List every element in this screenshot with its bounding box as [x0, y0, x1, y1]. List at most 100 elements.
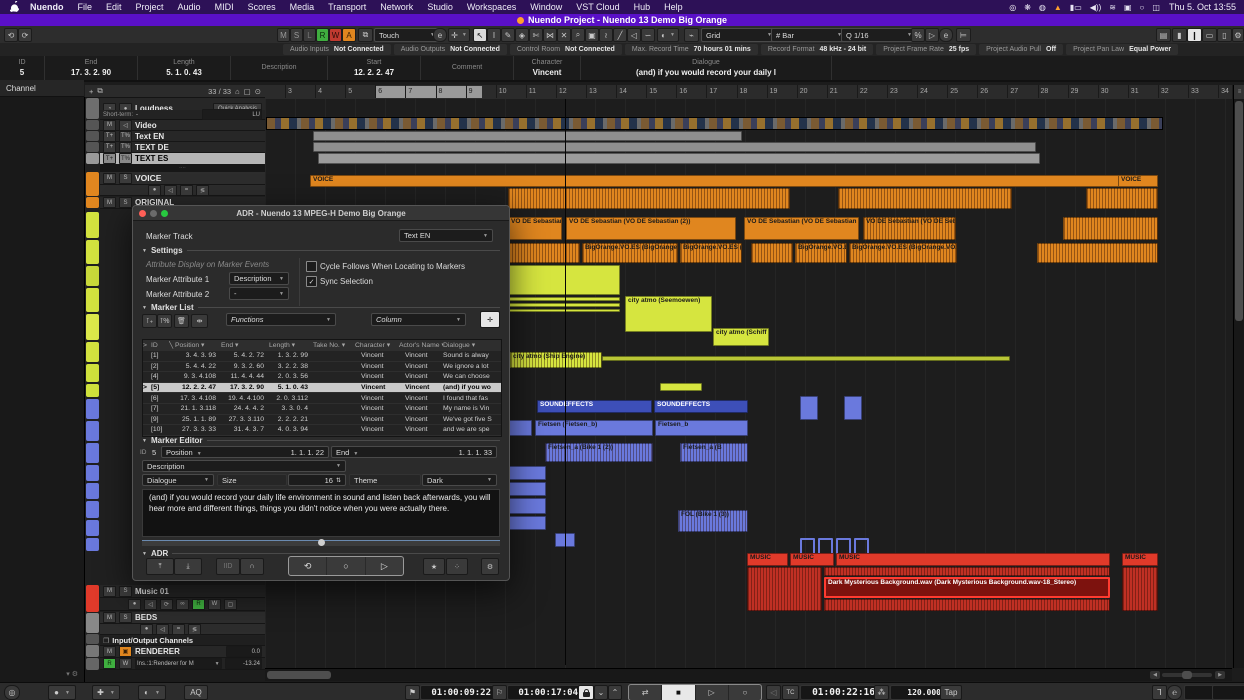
size-value-stepper[interactable]: 16⇅: [288, 474, 346, 486]
cycle-icon[interactable]: ⟳: [160, 599, 173, 610]
automation-mode-select[interactable]: Touch▼: [374, 28, 440, 42]
event-clip[interactable]: Fietsen_b: [655, 420, 748, 436]
punch-in-icon[interactable]: ⌄: [594, 685, 608, 700]
zones-setup-icon[interactable]: ▯: [1217, 28, 1232, 42]
column-header[interactable]: Actor's Name ▾: [399, 341, 443, 349]
track-text-en[interactable]: T+ T% Text EN: [100, 131, 265, 142]
close-icon[interactable]: [139, 210, 146, 217]
text-zoom-handle[interactable]: [318, 539, 325, 546]
transport-options-icon[interactable]: ◎: [4, 685, 20, 700]
track-text-de[interactable]: T+ T% TEXT DE: [100, 142, 265, 153]
event-clip[interactable]: VO DE Sebastian (VO DE Sebastian (5)): [744, 217, 859, 240]
undo-icon[interactable]: ⟲: [4, 28, 18, 42]
column-header[interactable]: Take No. ▾: [313, 341, 355, 349]
marker-row[interactable]: [4]9. 3. 4.10811. 4. 4. 442. 0. 3. 56Vin…: [143, 372, 501, 383]
goto-left-locator-icon[interactable]: ⚑: [405, 685, 420, 700]
maximize-icon[interactable]: [161, 210, 168, 217]
mute-button[interactable]: M: [103, 197, 116, 208]
event-clip[interactable]: VO DE Sebastian (VO DE Sebastian (2)): [566, 217, 736, 240]
event-clip[interactable]: VOICE: [310, 175, 1158, 187]
event-clip[interactable]: MUSIC: [747, 553, 788, 566]
track-io-channels-folder[interactable]: ❐ Input/Output Channels: [100, 636, 265, 646]
solo-button[interactable]: S: [119, 173, 132, 184]
display-icon[interactable]: ▣: [1124, 3, 1132, 12]
status-segment[interactable]: Record Format48 kHz - 24 bit: [761, 44, 873, 55]
status-segment[interactable]: Control RoomNot Connected: [510, 44, 622, 55]
ruler-options-icon[interactable]: ≡: [1233, 85, 1244, 99]
vscroll-handle[interactable]: [1235, 101, 1243, 321]
event-clip[interactable]: VO DE Sebastian (VO DE Sebastian (7): [863, 217, 956, 240]
event-clip[interactable]: MUSIC: [790, 553, 834, 566]
color-tool[interactable]: ◐▼: [657, 28, 679, 42]
mute-tool[interactable]: ✕: [557, 28, 571, 42]
menu-help[interactable]: Help: [664, 2, 683, 12]
primary-time-display[interactable]: 01:00:22:16: [800, 685, 880, 700]
vertical-scrollbar[interactable]: [1233, 99, 1244, 668]
link-icon[interactable]: ∞: [176, 599, 189, 610]
right-locator-time[interactable]: 01:00:17:04: [507, 685, 583, 700]
zoom-slider-handle[interactable]: [1182, 671, 1192, 679]
suspend-automation-button[interactable]: A: [342, 28, 356, 42]
comp-tool[interactable]: ▣: [585, 28, 599, 42]
channel-settings-icon[interactable]: ≶: [196, 185, 209, 196]
event-clip-unlabeled[interactable]: [508, 309, 620, 312]
add-track-icon[interactable]: +: [89, 87, 93, 96]
adr-setup-gear-icon[interactable]: ⚙: [481, 558, 499, 575]
video-thumbnail-track[interactable]: [266, 117, 1163, 130]
solo-all-button[interactable]: S: [290, 28, 303, 42]
solo-button[interactable]: S: [119, 586, 132, 597]
audio-alignment-icon[interactable]: ⊨: [956, 28, 971, 42]
hscroll-handle[interactable]: [267, 671, 331, 679]
monitor-icon[interactable]: ◁: [164, 185, 177, 196]
read-automation-button[interactable]: R: [192, 599, 205, 610]
event-clip-unlabeled[interactable]: [1122, 567, 1158, 611]
status-segment[interactable]: Project Audio PullOff: [979, 44, 1063, 55]
record-button[interactable]: ○: [729, 685, 761, 700]
solo-button[interactable]: S: [119, 612, 132, 623]
track-beds-folder[interactable]: M S BEDS: [100, 612, 265, 624]
headphones-icon[interactable]: ∩: [240, 558, 264, 575]
menu-studio[interactable]: Studio: [427, 2, 453, 12]
event-clip[interactable]: BigOrange.VO.ES (BigOrange.VO.ES (2)): [849, 243, 957, 263]
pre-roll-speaker-icon[interactable]: ◁: [766, 685, 781, 700]
marker-list-section-header[interactable]: ▼Marker List: [142, 303, 500, 312]
project-window-title[interactable]: Nuendo Project - Nuendo 13 Demo Big Oran…: [0, 14, 1244, 26]
setup-toolbar-gear-icon[interactable]: ⚙: [1232, 28, 1244, 42]
lower-zone-toggle-icon[interactable]: ❙: [1187, 28, 1202, 42]
event-clip[interactable]: Fietsen (Fietsen_b): [535, 420, 653, 436]
status-segment[interactable]: Max. Record Time70 hours 01 mins: [625, 44, 758, 55]
status-segment[interactable]: Audio OutputsNot Connected: [394, 44, 507, 55]
mute-all-button[interactable]: M: [277, 28, 290, 42]
editor-dialogue-select[interactable]: Dialogue▼: [142, 474, 214, 486]
wifi-icon[interactable]: ≋: [1109, 3, 1116, 12]
marker-editor-section-header[interactable]: ▼Marker Editor: [142, 436, 500, 445]
glue-tool[interactable]: ⋈: [543, 28, 557, 42]
dialogue-text-area[interactable]: (and) if you would record your daily lif…: [142, 489, 500, 537]
add-cycle-marker-icon[interactable]: T%: [119, 131, 132, 142]
record-enable-icon[interactable]: ●: [140, 624, 153, 635]
event-clip[interactable]: city atmo (Seemoewen): [625, 296, 712, 332]
column-header[interactable]: ╲ Position ▾: [169, 341, 221, 349]
apple-icon[interactable]: [10, 1, 19, 14]
column-header[interactable]: >: [143, 342, 151, 349]
tempo-display[interactable]: 120.000: [890, 685, 946, 700]
time-format-button[interactable]: TC: [782, 685, 799, 700]
renderer-state-icon[interactable]: ▣: [119, 646, 132, 657]
signal-room-icon[interactable]: ⤓: [174, 558, 202, 575]
event-clip-unlabeled[interactable]: [508, 265, 620, 295]
column-header[interactable]: Length ▾: [269, 341, 313, 349]
theme-select[interactable]: Dark▼: [422, 474, 497, 486]
add-marker-icon[interactable]: T+: [103, 131, 116, 142]
takes-icon[interactable]: ⁘: [446, 558, 468, 575]
marker-table-header[interactable]: >ID╲ Position ▾End ▾Length ▾Take No. ▾Ch…: [143, 340, 501, 351]
status-segment[interactable]: Project Frame Rate25 fps: [876, 44, 976, 55]
event-clip-unlabeled[interactable]: [508, 466, 546, 480]
infoline-end[interactable]: End17. 3. 2. 90: [45, 56, 138, 80]
marker-row[interactable]: [6]17. 3. 4.10819. 4. 4.1002. 0. 3.112Vi…: [143, 393, 501, 404]
add-marker-icon[interactable]: ⊺₊: [142, 314, 157, 328]
event-clip[interactable]: VOICE: [1118, 175, 1158, 187]
track-music-01[interactable]: M S Music 01: [100, 585, 265, 598]
menubar-clock[interactable]: Thu 5. Oct 13:55: [1169, 2, 1236, 12]
event-clip-unlabeled[interactable]: [660, 383, 702, 391]
quantize-select[interactable]: Q 1/16▼: [841, 28, 917, 42]
